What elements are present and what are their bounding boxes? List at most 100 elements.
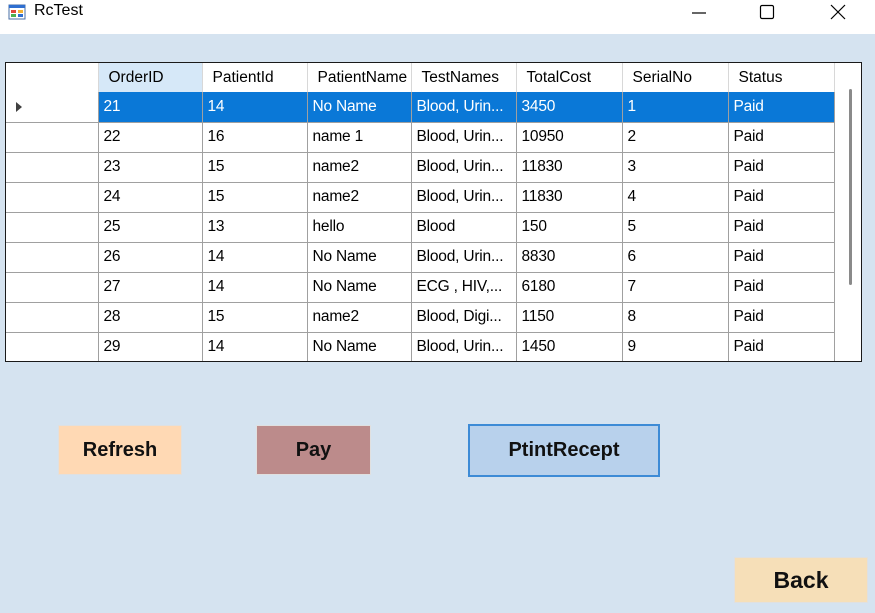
cell-testnames[interactable]: Blood, Urin... [411, 122, 517, 153]
cell-testnames[interactable]: Blood [411, 212, 517, 243]
row-header[interactable] [6, 242, 99, 273]
table-row[interactable]: 21 14 No Name Blood, Urin... 3450 1 Paid [6, 92, 835, 123]
cell-testnames[interactable]: Blood, Urin... [411, 242, 517, 273]
table-row[interactable]: 23 15 name2 Blood, Urin... 11830 3 Paid [6, 152, 835, 183]
cell-testnames[interactable]: Blood, Urin... [411, 332, 517, 361]
row-header[interactable] [6, 152, 99, 183]
cell-status[interactable]: Paid [728, 152, 835, 183]
cell-orderid[interactable]: 24 [98, 182, 203, 213]
table-row[interactable]: 28 15 name2 Blood, Digi... 1150 8 Paid [6, 302, 835, 333]
table-row[interactable]: 22 16 name 1 Blood, Urin... 10950 2 Paid [6, 122, 835, 153]
cell-orderid[interactable]: 28 [98, 302, 203, 333]
cell-testnames[interactable]: Blood, Urin... [411, 152, 517, 183]
cell-status[interactable]: Paid [728, 332, 835, 361]
table-row[interactable]: 29 14 No Name Blood, Urin... 1450 9 Paid [6, 332, 835, 361]
grid-corner-header[interactable] [6, 63, 99, 92]
cell-patientname[interactable]: name 1 [307, 122, 412, 153]
column-header-testnames[interactable]: TestNames [411, 63, 517, 92]
minimize-button[interactable] [676, 0, 722, 24]
cell-patientid[interactable]: 14 [202, 92, 308, 123]
cell-status[interactable]: Paid [728, 122, 835, 153]
cell-testnames[interactable]: ECG , HIV,... [411, 272, 517, 303]
row-header[interactable] [6, 122, 99, 153]
cell-patientid[interactable]: 15 [202, 302, 308, 333]
cell-status[interactable]: Paid [728, 302, 835, 333]
cell-status[interactable]: Paid [728, 92, 835, 123]
cell-patientname[interactable]: name2 [307, 182, 412, 213]
cell-patientid[interactable]: 15 [202, 182, 308, 213]
cell-patientname[interactable]: No Name [307, 332, 412, 361]
scrollbar-thumb[interactable] [849, 89, 852, 285]
cell-patientname[interactable]: name2 [307, 302, 412, 333]
row-header[interactable] [6, 302, 99, 333]
cell-orderid[interactable]: 29 [98, 332, 203, 361]
table-row[interactable]: 27 14 No Name ECG , HIV,... 6180 7 Paid [6, 272, 835, 303]
print-receipt-button[interactable]: PtintRecept [468, 424, 660, 477]
refresh-button[interactable]: Refresh [58, 425, 182, 475]
table-row[interactable]: 24 15 name2 Blood, Urin... 11830 4 Paid [6, 182, 835, 213]
app-form-icon [8, 4, 26, 20]
cell-totalcost[interactable]: 11830 [516, 152, 623, 183]
cell-totalcost[interactable]: 1450 [516, 332, 623, 361]
cell-serialno[interactable]: 1 [622, 92, 729, 123]
row-header[interactable] [6, 182, 99, 213]
row-header[interactable] [6, 92, 99, 123]
cell-status[interactable]: Paid [728, 212, 835, 243]
cell-testnames[interactable]: Blood, Urin... [411, 92, 517, 123]
cell-patientname[interactable]: No Name [307, 272, 412, 303]
cell-totalcost[interactable]: 8830 [516, 242, 623, 273]
column-header-status[interactable]: Status [728, 63, 835, 92]
cell-patientname[interactable]: No Name [307, 92, 412, 123]
cell-totalcost[interactable]: 150 [516, 212, 623, 243]
cell-serialno[interactable]: 3 [622, 152, 729, 183]
cell-patientid[interactable]: 16 [202, 122, 308, 153]
cell-patientid[interactable]: 15 [202, 152, 308, 183]
cell-testnames[interactable]: Blood, Urin... [411, 182, 517, 213]
cell-status[interactable]: Paid [728, 272, 835, 303]
cell-serialno[interactable]: 8 [622, 302, 729, 333]
back-button[interactable]: Back [734, 557, 868, 603]
cell-serialno[interactable]: 4 [622, 182, 729, 213]
cell-patientid[interactable]: 14 [202, 332, 308, 361]
cell-orderid[interactable]: 22 [98, 122, 203, 153]
cell-patientname[interactable]: name2 [307, 152, 412, 183]
cell-orderid[interactable]: 21 [98, 92, 203, 123]
row-header[interactable] [6, 272, 99, 303]
cell-orderid[interactable]: 23 [98, 152, 203, 183]
cell-orderid[interactable]: 26 [98, 242, 203, 273]
column-header-patientid[interactable]: PatientId [202, 63, 308, 92]
cell-patientname[interactable]: No Name [307, 242, 412, 273]
cell-totalcost[interactable]: 10950 [516, 122, 623, 153]
maximize-button[interactable] [744, 0, 790, 24]
cell-serialno[interactable]: 7 [622, 272, 729, 303]
cell-orderid[interactable]: 25 [98, 212, 203, 243]
cell-patientid[interactable]: 14 [202, 242, 308, 273]
row-header[interactable] [6, 212, 99, 243]
cell-orderid[interactable]: 27 [98, 272, 203, 303]
grid-vertical-scrollbar[interactable] [839, 63, 861, 361]
pay-button[interactable]: Pay [256, 425, 371, 475]
table-row[interactable]: 25 13 hello Blood 150 5 Paid [6, 212, 835, 243]
cell-totalcost[interactable]: 1150 [516, 302, 623, 333]
cell-status[interactable]: Paid [728, 242, 835, 273]
cell-serialno[interactable]: 2 [622, 122, 729, 153]
cell-serialno[interactable]: 9 [622, 332, 729, 361]
cell-totalcost[interactable]: 3450 [516, 92, 623, 123]
column-header-orderid[interactable]: OrderID [98, 63, 203, 92]
orders-data-grid[interactable]: OrderID PatientId PatientName TestNames … [5, 62, 862, 362]
cell-status[interactable]: Paid [728, 182, 835, 213]
cell-patientid[interactable]: 14 [202, 272, 308, 303]
column-header-totalcost[interactable]: TotalCost [516, 63, 623, 92]
row-header[interactable] [6, 332, 99, 361]
cell-serialno[interactable]: 5 [622, 212, 729, 243]
cell-testnames[interactable]: Blood, Digi... [411, 302, 517, 333]
column-header-patientname[interactable]: PatientName [307, 63, 412, 92]
column-header-serialno[interactable]: SerialNo [622, 63, 729, 92]
cell-serialno[interactable]: 6 [622, 242, 729, 273]
cell-totalcost[interactable]: 6180 [516, 272, 623, 303]
cell-totalcost[interactable]: 11830 [516, 182, 623, 213]
cell-patientid[interactable]: 13 [202, 212, 308, 243]
table-row[interactable]: 26 14 No Name Blood, Urin... 8830 6 Paid [6, 242, 835, 273]
cell-patientname[interactable]: hello [307, 212, 412, 243]
close-button[interactable] [815, 0, 861, 24]
